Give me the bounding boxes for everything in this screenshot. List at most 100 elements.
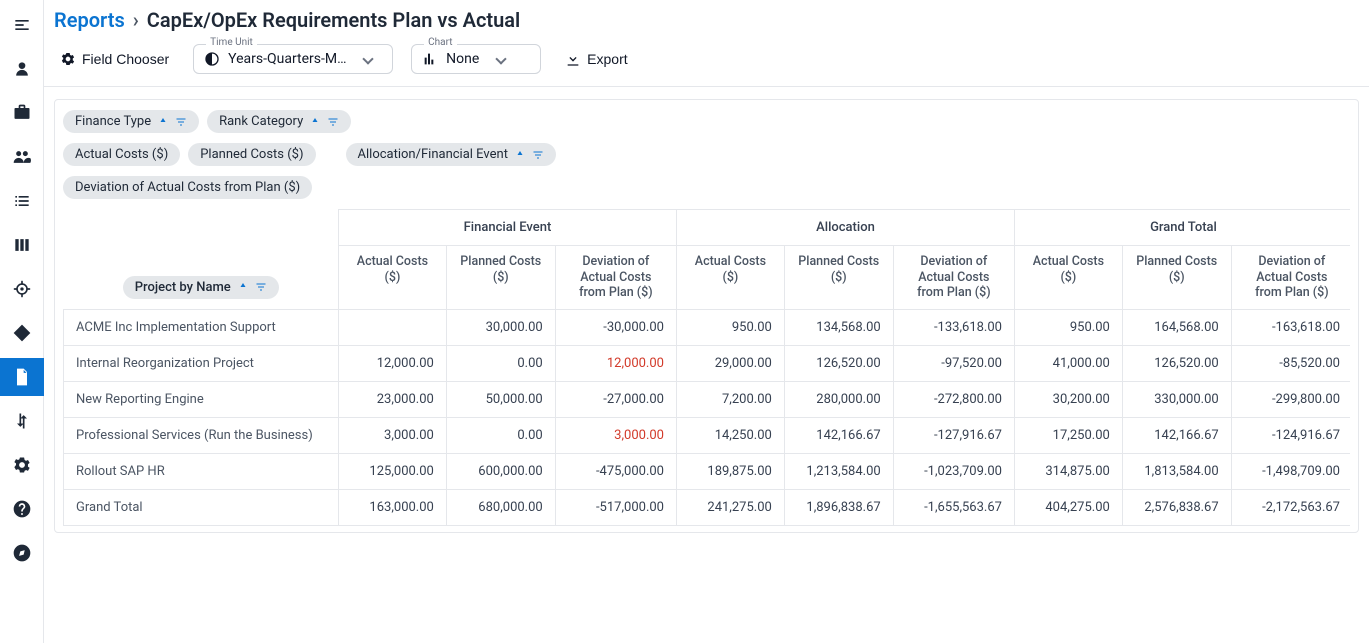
col-group-grand-total: Grand Total [1014,210,1350,246]
nav-settings-icon[interactable] [0,446,44,484]
time-unit-select[interactable]: Time Unit Years-Quarters-M… [193,44,393,74]
breadcrumb-root-link[interactable]: Reports [54,8,125,32]
row-name[interactable]: Internal Reorganization Project [64,345,339,381]
cell: -85,520.00 [1231,345,1350,381]
cell: 163,000.00 [339,489,447,525]
chip-label: Allocation/Financial Event [358,147,508,162]
cell: 2,576,838.67 [1122,489,1231,525]
nav-diamond-icon[interactable] [0,314,44,352]
col-fe-actual[interactable]: Actual Costs ($) [339,246,447,310]
cell: 0.00 [446,417,555,453]
col-fe-planned[interactable]: Planned Costs ($) [446,246,555,310]
row-name[interactable]: ACME Inc Implementation Support [64,309,339,345]
chip-planned-costs[interactable]: Planned Costs ($) [188,143,315,166]
cell: 164,568.00 [1122,309,1231,345]
cell: 0.00 [446,345,555,381]
contrast-icon [204,51,220,67]
chevron-down-icon [496,53,507,64]
row-name: Grand Total [64,489,339,525]
download-icon [565,51,581,67]
table-row: New Reporting Engine23,000.0050,000.00-2… [64,381,1351,417]
cell: 680,000.00 [446,489,555,525]
chart-value: None [446,51,479,67]
col-al-planned[interactable]: Planned Costs ($) [784,246,893,310]
nav-help-icon[interactable] [0,490,44,528]
cell: 142,166.67 [1122,417,1231,453]
col-al-actual[interactable]: Actual Costs ($) [676,246,784,310]
cell: 30,000.00 [446,309,555,345]
chip-project-by-name[interactable]: Project by Name [123,276,279,299]
chart-caption: Chart [424,37,456,48]
chart-select[interactable]: Chart None [411,44,541,74]
table-row: Rollout SAP HR125,000.00600,000.00-475,0… [64,453,1351,489]
chip-label: Rank Category [219,114,303,129]
chip-allocation-financial-event[interactable]: Allocation/Financial Event [346,143,556,166]
cell: 12,000.00 [339,345,447,381]
cell: 126,520.00 [784,345,893,381]
sort-asc-icon [514,149,526,161]
cell: 17,250.00 [1014,417,1122,453]
chip-deviation[interactable]: Deviation of Actual Costs from Plan ($) [63,176,312,199]
chip-actual-costs[interactable]: Actual Costs ($) [63,143,180,166]
chip-finance-type[interactable]: Finance Type [63,110,199,133]
nav-columns-icon[interactable] [0,226,44,264]
cell: 189,875.00 [676,453,784,489]
cell: -127,916.67 [893,417,1014,453]
field-chooser-button[interactable]: Field Chooser [54,45,175,73]
cell: -133,618.00 [893,309,1014,345]
cell: 280,000.00 [784,381,893,417]
table-row: ACME Inc Implementation Support 30,000.00… [64,309,1351,345]
chip-label: Planned Costs ($) [200,147,303,162]
side-nav [0,0,44,643]
cell: -27,000.00 [555,381,676,417]
cell: 30,200.00 [1014,381,1122,417]
cell: 3,000.00 [555,417,676,453]
chevron-down-icon [363,53,374,64]
nav-list-icon[interactable] [0,182,44,220]
cell: 125,000.00 [339,453,447,489]
cell: -1,498,709.00 [1231,453,1350,489]
cell: 126,520.00 [1122,345,1231,381]
chip-label: Project by Name [135,280,231,295]
filter-icon [327,116,339,128]
table-row: Professional Services (Run the Business)… [64,417,1351,453]
cell: 3,000.00 [339,417,447,453]
row-name[interactable]: Professional Services (Run the Business) [64,417,339,453]
cell: 12,000.00 [555,345,676,381]
cell: 404,275.00 [1014,489,1122,525]
nav-briefcase-icon[interactable] [0,94,44,132]
bar-chart-icon [422,51,438,67]
col-group-financial-event[interactable]: Financial Event [339,210,677,246]
cell: 1,213,584.00 [784,453,893,489]
cell: -1,023,709.00 [893,453,1014,489]
sort-asc-icon [309,116,321,128]
cell: -97,520.00 [893,345,1014,381]
nav-collapse-icon[interactable] [0,6,44,44]
col-fe-dev[interactable]: Deviation of Actual Costs from Plan ($) [555,246,676,310]
grand-total-row: Grand Total163,000.00680,000.00-517,000.… [64,489,1351,525]
row-name[interactable]: New Reporting Engine [64,381,339,417]
cell: -163,618.00 [1231,309,1350,345]
col-group-allocation[interactable]: Allocation [676,210,1014,246]
nav-document-icon[interactable] [0,358,44,396]
nav-user-icon[interactable] [0,50,44,88]
nav-people-icon[interactable] [0,138,44,176]
chip-rank-category[interactable]: Rank Category [207,110,351,133]
cell: 14,250.00 [676,417,784,453]
col-gt-planned: Planned Costs ($) [1122,246,1231,310]
pivot-table: Project by Name Financial Event Allocati… [63,209,1350,526]
sort-asc-icon [157,116,169,128]
row-name[interactable]: Rollout SAP HR [64,453,339,489]
cell: 29,000.00 [676,345,784,381]
cell: 7,200.00 [676,381,784,417]
nav-transfer-icon[interactable] [0,402,44,440]
nav-target-icon[interactable] [0,270,44,308]
cell: 134,568.00 [784,309,893,345]
cell: -124,916.67 [1231,417,1350,453]
cell: 41,000.00 [1014,345,1122,381]
export-button[interactable]: Export [559,45,633,73]
col-al-dev[interactable]: Deviation of Actual Costs from Plan ($) [893,246,1014,310]
nav-explore-icon[interactable] [0,534,44,572]
cell: -30,000.00 [555,309,676,345]
filter-icon [532,149,544,161]
